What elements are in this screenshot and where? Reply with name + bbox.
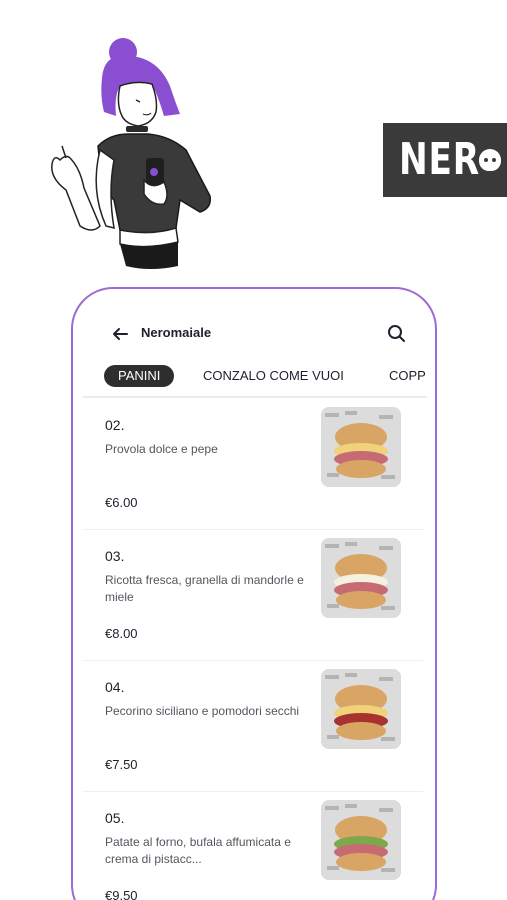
sandwich-photo — [321, 407, 401, 487]
woman-with-phone-illustration — [40, 30, 230, 275]
search-icon[interactable] — [385, 322, 407, 344]
tabs-divider — [83, 396, 427, 398]
item-number: 05. — [105, 810, 125, 826]
page: NER Neromaiale PANINI CONZALO COME VUOI … — [0, 0, 507, 900]
item-price: €8.00 — [105, 626, 138, 641]
item-description: Provola dolce e pepe — [105, 442, 218, 456]
item-description: Patate al forno, bufala affumicata e cre… — [105, 835, 291, 866]
page-title: Neromaiale — [141, 325, 212, 340]
menu-item[interactable]: 04. Pecorino siciliano e pomodori secchi… — [83, 661, 423, 792]
item-description: Pecorino siciliano e pomodori secchi — [105, 704, 300, 718]
phone-frame: Neromaiale PANINI CONZALO COME VUOI COPP… — [71, 287, 437, 900]
brand-logo: NER — [383, 123, 507, 197]
tab-conzalo-come-vuoi[interactable]: CONZALO COME VUOI — [203, 365, 344, 387]
tab-copp[interactable]: COPP — [389, 365, 426, 387]
pig-icon — [479, 149, 501, 171]
category-tabs: PANINI CONZALO COME VUOI COPP — [73, 365, 435, 391]
item-description: Ricotta fresca, granella di mandorle e m… — [105, 573, 304, 604]
item-number: 03. — [105, 548, 125, 564]
item-price: €7.50 — [105, 757, 138, 772]
menu-list: 02. Provola dolce e pepe €6.00 03. Ricot… — [73, 399, 435, 900]
menu-item[interactable]: 03. Ricotta fresca, granella di mandorle… — [83, 530, 423, 661]
menu-item[interactable]: 05. Patate al forno, bufala affumicata e… — [83, 792, 423, 900]
arrow-left-icon[interactable] — [109, 323, 131, 345]
menu-item[interactable]: 02. Provola dolce e pepe €6.00 — [83, 399, 423, 530]
item-number: 04. — [105, 679, 125, 695]
brand-logo-text: NER — [399, 134, 480, 185]
app-header: Neromaiale — [73, 319, 435, 349]
item-price: €6.00 — [105, 495, 138, 510]
sandwich-photo — [321, 669, 401, 749]
item-number: 02. — [105, 417, 125, 433]
sandwich-photo — [321, 800, 401, 880]
tab-panini[interactable]: PANINI — [104, 365, 175, 387]
item-price: €9.50 — [105, 888, 138, 900]
sandwich-photo — [321, 538, 401, 618]
